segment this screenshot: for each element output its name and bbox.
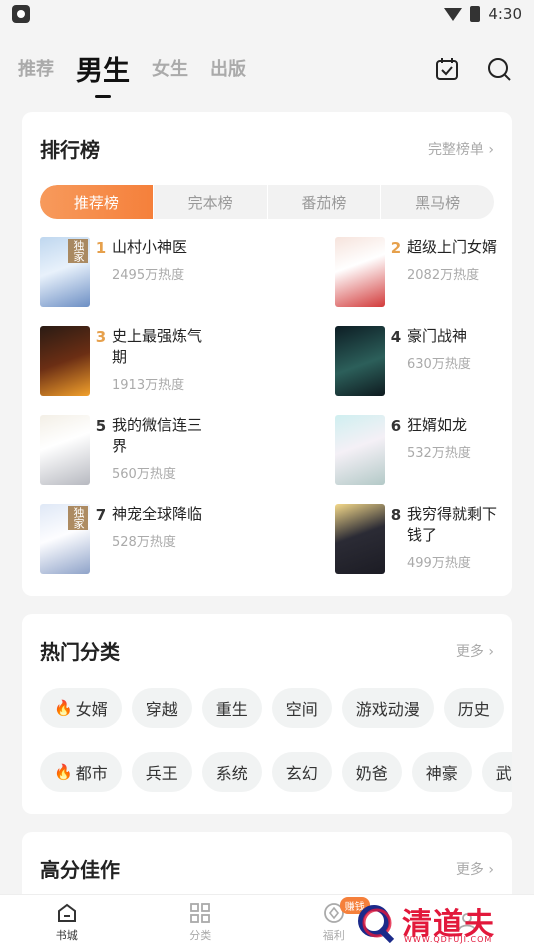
category-tag[interactable]: 历史 [443,688,504,728]
category-tag[interactable]: 神豪 [411,752,472,792]
book-heat: 630万热度 [407,357,471,372]
book-cover [335,237,385,307]
book-title: 豪门战神 [407,327,468,345]
list-item[interactable]: 8 我穷得就剩下钱了 499万热度 [335,504,534,576]
segment-recommend[interactable]: 推荐榜 [40,185,154,219]
rank-number: 4 [390,328,402,346]
battery-icon [470,6,481,22]
category-row-1: 🔥 女婿 穿越 重生 空间 游戏动漫 历史 [40,688,512,728]
bottom-nav-category[interactable]: 分类 [134,895,268,949]
category-tag[interactable]: 穿越 [131,688,192,728]
ranking-card: 排行榜 完整榜单 › 推荐榜 完本榜 番茄榜 黑马榜 独家 1 山村小神医 249… [22,112,512,596]
book-cover [335,326,385,396]
high-score-title: 高分佳作 [40,858,120,882]
category-tag[interactable]: 武侠 [481,752,512,792]
ranking-segments: 推荐榜 完本榜 番茄榜 黑马榜 [40,185,494,219]
rank-number: 3 [95,328,107,346]
rank-number: 7 [95,506,107,524]
book-heat: 2495万热度 [112,268,185,283]
ranking-title: 排行榜 [40,138,100,162]
ranking-more-link[interactable]: 完整榜单 › [428,139,494,159]
category-tag[interactable]: 玄幻 [271,752,332,792]
rank-number: 1 [95,239,107,257]
category-tag[interactable]: 奶爸 [341,752,402,792]
watermark-url: WWW.QDFUJI.COM [404,935,493,944]
category-tag[interactable]: 空间 [271,688,332,728]
book-heat: 499万热度 [407,556,471,571]
book-title: 神宠全球降临 [112,505,203,523]
book-heat: 528万热度 [112,535,176,550]
book-cover [40,326,90,396]
exclusive-badge: 独家 [68,506,88,530]
status-bar: 4:30 [0,0,534,28]
category-tag[interactable]: 游戏动漫 [341,688,434,728]
book-title: 我的微信连三界 [112,416,203,455]
book-cover: 独家 [40,237,90,307]
list-item[interactable]: 2 超级上门女婿 2082万热度 [335,237,534,309]
header-actions [434,56,512,82]
book-heat: 532万热度 [407,446,471,461]
categories-card: 热门分类 更多 › 🔥 女婿 穿越 重生 空间 游戏动漫 历史 🔥 都市 兵王 系统… [22,614,512,814]
list-item[interactable]: 3 史上最强炼气期 1913万热度 [40,326,250,398]
search-icon[interactable] [486,56,512,82]
category-tag[interactable]: 重生 [201,688,262,728]
book-cover: 独家 [40,504,90,574]
book-title: 我穷得就剩下钱了 [407,505,498,544]
book-title: 狂婿如龙 [407,416,468,434]
tab-recommend[interactable]: 推荐 [18,55,54,81]
book-cover [40,415,90,485]
list-item[interactable]: 4 豪门战神 630万热度 [335,326,534,398]
category-tag[interactable]: 🔥 女婿 [40,688,122,728]
rank-number: 2 [390,239,402,257]
category-tag[interactable]: 兵王 [131,752,192,792]
list-item[interactable]: 独家 7 神宠全球降临 528万热度 [40,504,250,576]
segment-darkhorse[interactable]: 黑马榜 [381,185,494,219]
list-item[interactable]: 6 狂婿如龙 532万热度 [335,415,534,487]
exclusive-badge: 独家 [68,239,88,263]
list-item[interactable]: 5 我的微信连三界 560万热度 [40,415,250,487]
book-heat: 560万热度 [112,467,176,482]
category-tag[interactable]: 系统 [201,752,262,792]
categories-more-link[interactable]: 更多 › [456,641,494,661]
ranking-list: 独家 1 山村小神医 2495万热度 2 超级上门女婿 2082万热度 3 史上最强… [40,237,497,597]
high-score-more-link[interactable]: 更多 › [456,859,494,879]
watermark-logo: 清道夫 WWW.QDFUJI.COM [352,897,522,947]
book-heat: 1913万热度 [112,378,185,393]
rank-number: 8 [390,506,402,524]
tab-male[interactable]: 男生 [76,49,130,98]
category-tag[interactable]: 🔥 都市 [40,752,122,792]
fire-icon: 🔥 [54,699,73,717]
status-time: 4:30 [488,5,522,23]
tab-female[interactable]: 女生 [152,55,188,81]
app-notification-icon [12,5,30,23]
book-title: 超级上门女婿 [407,238,498,256]
list-item[interactable]: 独家 1 山村小神医 2495万热度 [40,237,250,309]
book-title: 山村小神医 [112,238,188,256]
category-row-2: 🔥都市 兵王 系统 玄幻 奶爸 神豪 武侠 [40,752,512,792]
home-icon [57,903,76,922]
book-title: 史上最强炼气期 [112,327,203,366]
segment-finished[interactable]: 完本榜 [154,185,268,219]
categories-title: 热门分类 [40,640,120,664]
rank-number: 6 [390,417,402,435]
bottom-nav-bookstore[interactable]: 书城 [0,895,134,949]
tab-publish[interactable]: 出版 [210,55,246,81]
watermark-q-icon [358,905,395,943]
book-cover [335,504,385,574]
fire-icon: 🔥 [54,763,73,781]
grid-icon [190,902,211,923]
book-cover [335,415,385,485]
rank-number: 5 [95,417,107,435]
calendar-check-icon[interactable] [434,56,460,82]
book-heat: 2082万热度 [407,268,480,283]
wifi-icon [444,7,463,21]
segment-fanqie[interactable]: 番茄榜 [268,185,382,219]
